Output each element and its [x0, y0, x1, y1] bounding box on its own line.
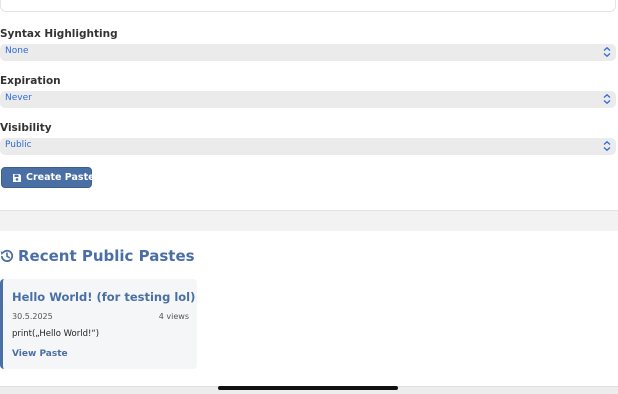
section-divider	[0, 210, 618, 231]
chevron-up-down-icon	[603, 93, 611, 105]
paste-title[interactable]: Hello World! (for testing lol)	[12, 290, 195, 304]
syntax-select-value: None	[5, 46, 29, 56]
expiration-select[interactable]: Never	[0, 91, 616, 108]
home-indicator[interactable]	[218, 386, 398, 390]
app-root: Syntax Highlighting None Expiration Neve…	[0, 0, 618, 394]
paste-views: 4 views	[158, 312, 189, 321]
chevron-up-down-icon	[603, 140, 611, 152]
floppy-disk-icon	[13, 174, 21, 182]
visibility-label: Visibility	[0, 122, 52, 134]
paste-date: 30.5.2025	[12, 312, 53, 321]
visibility-select[interactable]: Public	[0, 138, 616, 155]
expiration-label: Expiration	[0, 75, 61, 87]
paste-preview: print(„Hello World!“)	[12, 329, 100, 339]
paste-card[interactable]: Hello World! (for testing lol) 30.5.2025…	[0, 279, 197, 369]
expiration-select-value: Never	[5, 93, 32, 103]
create-paste-button[interactable]: Create Paste	[1, 167, 95, 188]
view-paste-link[interactable]: View Paste	[12, 349, 68, 359]
content-textarea-bottom-edge[interactable]	[0, 0, 616, 12]
chevron-up-down-icon	[603, 46, 611, 58]
history-icon	[0, 249, 14, 263]
syntax-label: Syntax Highlighting	[0, 28, 118, 40]
create-paste-label: Create Paste	[26, 172, 95, 183]
recent-pastes-title: Recent Public Pastes	[18, 247, 195, 265]
syntax-select[interactable]: None	[0, 44, 616, 61]
visibility-select-value: Public	[5, 140, 32, 150]
